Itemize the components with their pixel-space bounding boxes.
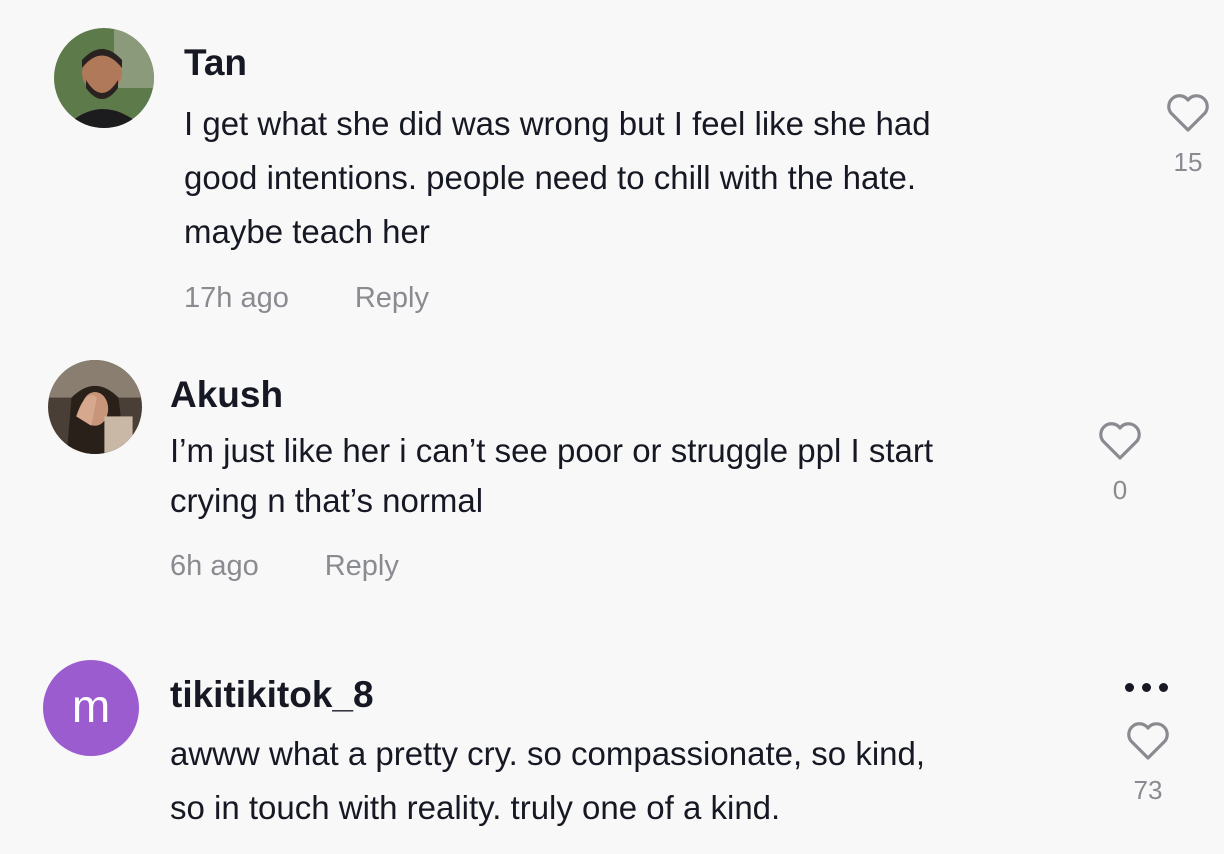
heart-icon xyxy=(1127,722,1169,760)
comment-timestamp: 6h ago xyxy=(170,550,259,582)
like-count: 73 xyxy=(1133,775,1163,805)
reply-button[interactable]: Reply xyxy=(325,550,399,582)
like-button[interactable]: 15 xyxy=(1158,93,1218,178)
reply-button[interactable]: Reply xyxy=(355,282,429,314)
comment-text-line: maybe teach her xyxy=(184,213,430,250)
comment-username[interactable]: Tan xyxy=(184,42,247,84)
like-count: 0 xyxy=(1112,475,1128,505)
like-count: 15 xyxy=(1173,147,1203,177)
comment-text-line: crying n that’s normal xyxy=(170,482,484,519)
avatar[interactable]: m xyxy=(43,660,139,756)
comment-text: I get what she did was wrong but I feel … xyxy=(184,97,931,259)
comment-meta: 17h ago Reply xyxy=(184,282,429,315)
comment-text: I’m just like her i can’t see poor or st… xyxy=(170,426,933,526)
comment-meta: 6h ago Reply xyxy=(170,550,399,583)
comment-username[interactable]: Akush xyxy=(170,374,283,416)
comment-text-line: I’m just like her i can’t see poor or st… xyxy=(170,432,933,469)
comment-text: awww what a pretty cry. so compassionate… xyxy=(170,727,925,835)
more-options-button[interactable] xyxy=(1125,683,1168,692)
profile-photo-icon xyxy=(48,360,142,454)
avatar[interactable] xyxy=(54,28,154,128)
profile-photo-icon xyxy=(54,28,154,128)
comment-text-line: good intentions. people need to chill wi… xyxy=(184,159,917,196)
avatar[interactable] xyxy=(48,360,142,454)
comment-text-line: I get what she did was wrong but I feel … xyxy=(184,105,931,142)
ellipsis-icon xyxy=(1159,683,1168,692)
like-button[interactable]: 73 xyxy=(1118,721,1178,806)
like-button[interactable]: 0 xyxy=(1090,421,1150,506)
comment-text-line: so in touch with reality. truly one of a… xyxy=(170,789,781,826)
comment-text-line: awww what a pretty cry. so compassionate… xyxy=(170,735,926,772)
comment-username[interactable]: tikitikitok_8 xyxy=(170,674,374,716)
comment-timestamp: 17h ago xyxy=(184,282,289,314)
heart-icon xyxy=(1099,422,1141,460)
ellipsis-icon xyxy=(1125,683,1134,692)
ellipsis-icon xyxy=(1142,683,1151,692)
heart-icon xyxy=(1167,94,1209,132)
avatar-letter: m xyxy=(71,680,111,732)
